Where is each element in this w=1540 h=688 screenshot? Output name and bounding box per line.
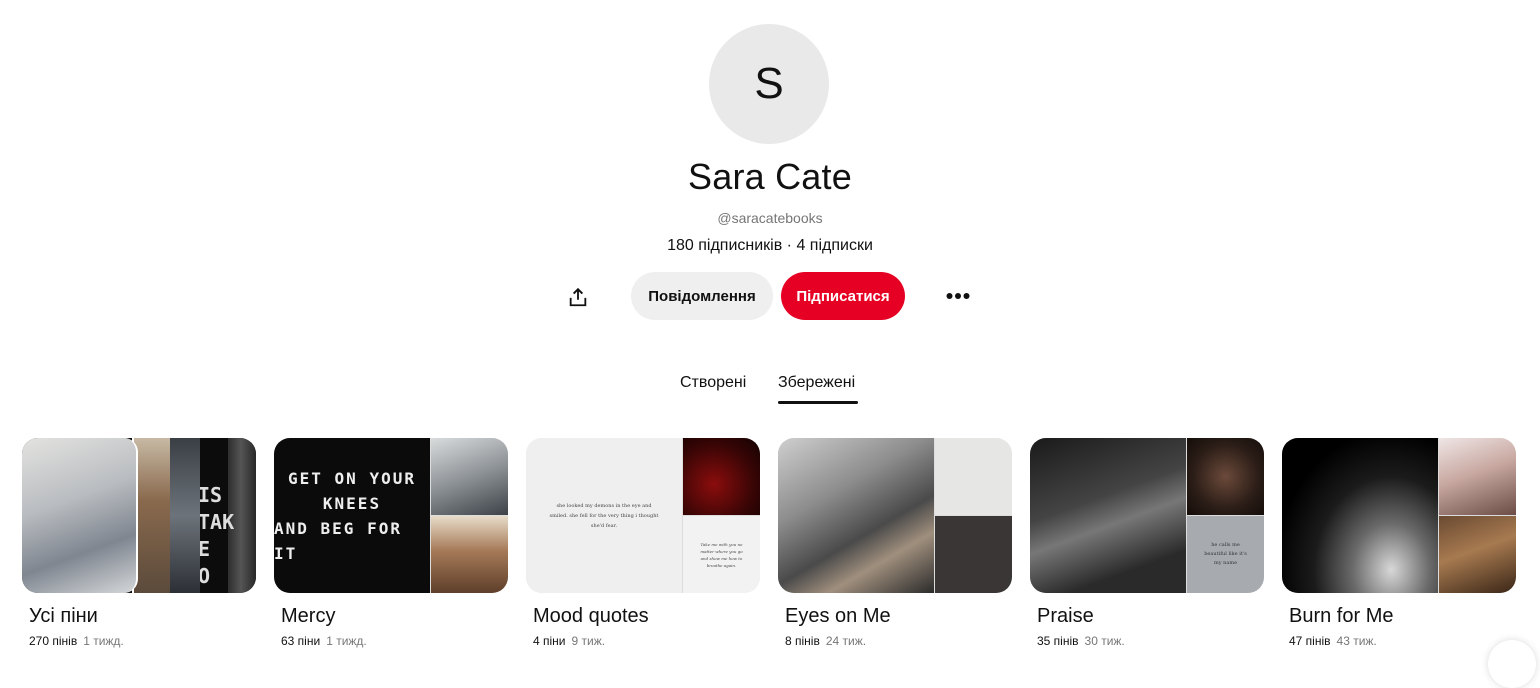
board-cover-side <box>431 516 508 593</box>
board-meta: 63 піни 1 тижд. <box>274 634 508 648</box>
tab-created[interactable]: Створені <box>680 374 746 392</box>
board-cover: he calls me beautiful like it's my name <box>1030 438 1264 593</box>
board-pin-count: 35 пінів <box>1037 634 1079 648</box>
board-cover: IS TAK E O <box>22 438 256 593</box>
board-cover-side <box>935 438 1012 515</box>
board-pin-count: 63 піни <box>281 634 321 648</box>
more-button[interactable] <box>938 276 978 316</box>
avatar-initial: S <box>754 59 784 108</box>
board-cover-side <box>1439 516 1516 593</box>
board-cover-main: she looked my demons in the eye and smil… <box>526 438 682 593</box>
board-cover: GET ON YOUR KNEES AND BEG FOR IT <box>274 438 508 593</box>
avatar[interactable]: S <box>709 24 829 144</box>
board-cover-main <box>778 438 934 593</box>
board-cover <box>778 438 1012 593</box>
board-cover-side: he calls me beautiful like it's my name <box>1187 516 1264 593</box>
cover-text-line: AND BEG FOR IT <box>274 518 402 563</box>
board-title: Mercy <box>281 605 336 627</box>
profile-name: Sara Cate <box>688 156 852 197</box>
cover-quote-text: he calls me beautiful like it's my name <box>1204 542 1247 566</box>
board-cover-main: GET ON YOUR KNEES AND BEG FOR IT <box>274 438 430 593</box>
share-button[interactable] <box>558 277 598 317</box>
more-dots-icon <box>946 293 970 299</box>
board-updated: 9 тиж. <box>571 634 606 648</box>
board-card-all-pins[interactable]: IS TAK E O Усі піни 270 пінів 1 тижд. <box>22 438 256 648</box>
board-cover-main <box>1282 438 1438 593</box>
board-cover-side <box>1439 438 1516 515</box>
board-updated: 43 тиж. <box>1336 634 1377 648</box>
board-cover-side <box>431 438 508 515</box>
board-pin-count: 270 пінів <box>29 634 78 648</box>
board-updated: 30 тиж. <box>1084 634 1125 648</box>
board-card-burn-for-me[interactable]: Burn for Me 47 пінів 43 тиж. <box>1282 438 1516 648</box>
board-meta: 270 пінів 1 тижд. <box>22 634 256 648</box>
board-title: Усі піни <box>29 605 98 627</box>
cover-text-line: KNEES <box>322 493 382 513</box>
follow-stats[interactable]: 180 підписників · 4 підписки <box>0 237 1540 255</box>
board-meta: 47 пінів 43 тиж. <box>1282 634 1516 648</box>
board-updated: 1 тижд. <box>326 634 367 648</box>
board-cover-side: Take me with you no matter where you go … <box>683 516 760 593</box>
board-card-mercy[interactable]: GET ON YOUR KNEES AND BEG FOR IT Mercy 6… <box>274 438 508 648</box>
cover-text-line: GET ON YOUR <box>288 468 416 488</box>
board-card-mood-quotes[interactable]: she looked my demons in the eye and smil… <box>526 438 760 648</box>
board-cover: she looked my demons in the eye and smil… <box>526 438 760 593</box>
board-updated: 24 тиж. <box>825 634 867 648</box>
board-meta: 4 піни 9 тиж. <box>526 634 760 648</box>
board-title: Mood quotes <box>533 605 649 627</box>
profile-handle: @saracatebooks <box>717 210 823 226</box>
board-meta: 8 пінів 24 тиж. <box>778 634 1012 648</box>
board-updated: 1 тижд. <box>83 634 124 648</box>
board-cover-side <box>1187 438 1264 515</box>
board-card-praise[interactable]: he calls me beautiful like it's my name … <box>1030 438 1264 648</box>
active-tab-indicator <box>778 401 858 404</box>
board-cover <box>1282 438 1516 593</box>
message-button[interactable]: Повідомлення <box>631 272 773 320</box>
tab-saved[interactable]: Збережені <box>778 374 855 392</box>
board-meta: 35 пінів 30 тиж. <box>1030 634 1264 648</box>
board-title: Burn for Me <box>1289 605 1394 627</box>
board-card-eyes-on-me[interactable]: Eyes on Me 8 пінів 24 тиж. <box>778 438 1012 648</box>
board-cover-side <box>935 516 1012 593</box>
follow-button[interactable]: Підписатися <box>781 272 905 320</box>
share-icon <box>569 287 587 307</box>
board-pin-count: 8 пінів <box>785 634 820 648</box>
cover-quote-text: Take me with you no matter where you go … <box>700 541 743 568</box>
board-pin-count: 4 піни <box>533 634 566 648</box>
floating-action-button[interactable] <box>1488 640 1536 688</box>
board-pin-count: 47 пінів <box>1289 634 1331 648</box>
board-title: Praise <box>1037 605 1094 627</box>
board-title: Eyes on Me <box>785 605 891 627</box>
board-cover-main <box>1030 438 1186 593</box>
board-cover-side <box>683 438 760 515</box>
cover-quote-text: she looked my demons in the eye and smil… <box>549 502 659 529</box>
